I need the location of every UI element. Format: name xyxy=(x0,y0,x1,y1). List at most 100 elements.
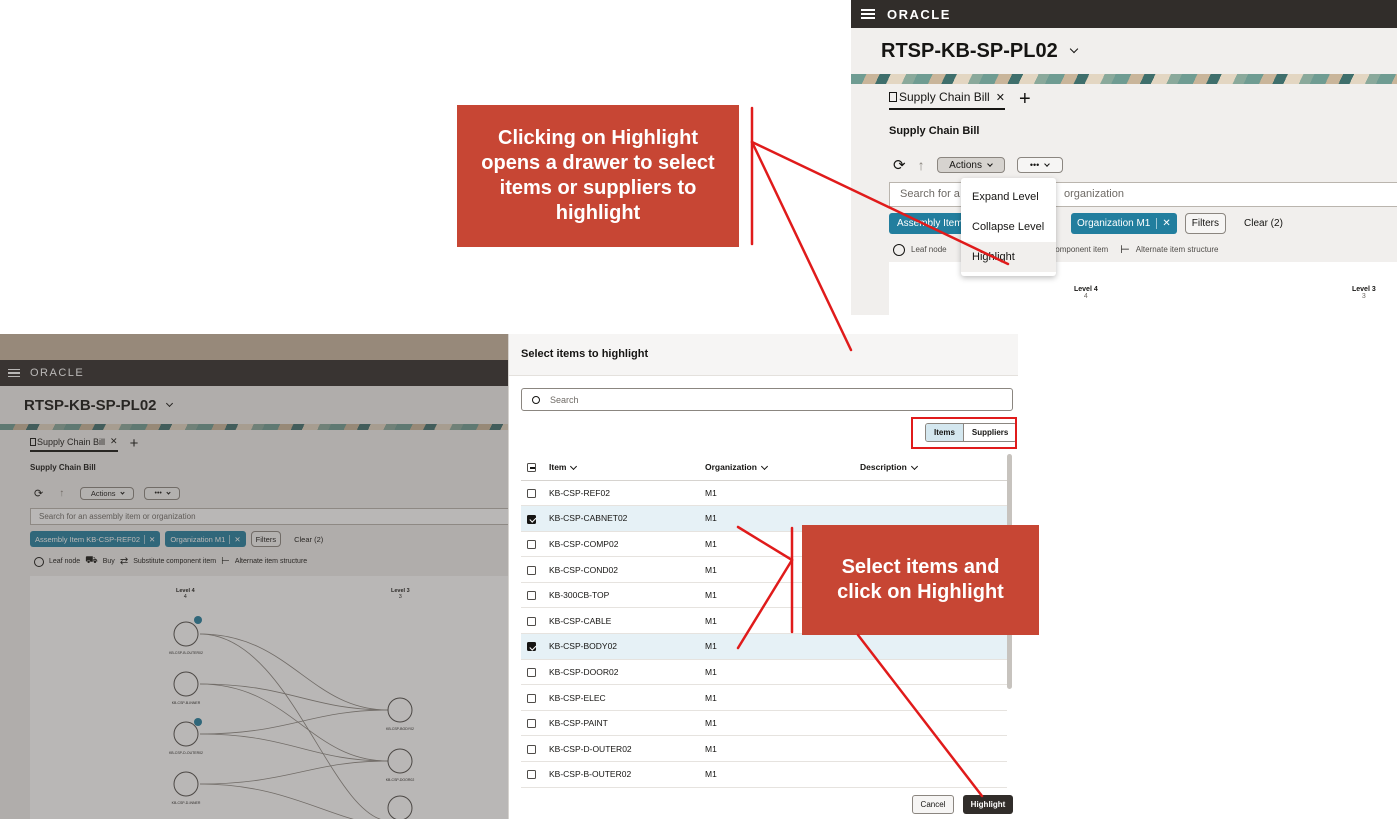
callout-top-text: Clicking on Highlight opens a drawer to … xyxy=(481,127,715,224)
row-checkbox[interactable] xyxy=(527,514,536,524)
column-item[interactable]: Item xyxy=(549,454,705,481)
filters-button[interactable]: Filters xyxy=(1184,213,1226,234)
menu-item-collapse-level[interactable]: Collapse Level xyxy=(961,212,1056,242)
item-cell: KB-CSP-CABNET02 xyxy=(549,505,705,532)
description-cell xyxy=(860,735,1007,763)
row-checkbox-cell xyxy=(521,531,549,558)
table-row[interactable]: KB-CSP-REF02 M1 xyxy=(521,480,1007,507)
description-cell xyxy=(860,633,1007,660)
refresh-icon[interactable]: ⟳ xyxy=(893,156,906,174)
page-title[interactable]: RTSP-KB-SP-PL02 xyxy=(881,40,1079,63)
chip-org-label: Organization M1 xyxy=(1077,218,1151,229)
row-checkbox[interactable] xyxy=(527,719,536,729)
chevron-down-icon[interactable] xyxy=(1070,44,1079,54)
description-cell xyxy=(860,659,1007,686)
sort-icon[interactable] xyxy=(760,462,768,470)
row-checkbox[interactable] xyxy=(527,565,536,575)
item-cell: KB-CSP-COND02 xyxy=(549,556,705,583)
organization-cell: M1 xyxy=(705,633,860,660)
more-button[interactable]: ••• xyxy=(1016,157,1063,173)
add-tab-icon[interactable]: + xyxy=(1019,89,1031,109)
row-checkbox[interactable] xyxy=(527,591,536,601)
menu-icon[interactable] xyxy=(861,9,875,19)
row-checkbox[interactable] xyxy=(527,488,536,498)
organization-cell: M1 xyxy=(705,710,860,737)
row-checkbox-cell xyxy=(521,582,549,609)
level-count: 4 xyxy=(1083,293,1088,300)
chevron-down-icon xyxy=(1044,160,1051,167)
highlight-button[interactable]: Highlight xyxy=(963,795,1013,814)
row-checkbox-cell xyxy=(521,684,549,711)
organization-cell: M1 xyxy=(705,659,860,686)
alternate-structure-icon: ⊢ xyxy=(1120,244,1130,256)
row-checkbox[interactable] xyxy=(527,540,536,550)
row-checkbox[interactable] xyxy=(527,642,536,652)
column-organization[interactable]: Organization xyxy=(705,454,860,481)
annotation-box xyxy=(911,417,1017,449)
table-row[interactable]: KB-CSP-ELEC M1 xyxy=(521,684,1007,711)
filter-chips: Assembly Item Organization M1 ✕ Filters … xyxy=(889,213,1283,234)
table-row[interactable]: KB-CSP-B-OUTER02 M1 xyxy=(521,761,1007,788)
leaf-node-icon xyxy=(893,243,905,256)
organization-cell: M1 xyxy=(705,480,860,507)
oracle-logo: ORACLE xyxy=(887,6,951,22)
item-cell: KB-CSP-D-OUTER02 xyxy=(549,735,705,763)
document-icon xyxy=(889,92,897,102)
description-cell xyxy=(860,710,1007,737)
search-placeholder-right: organization xyxy=(1064,188,1124,200)
up-arrow-icon[interactable]: ↑ xyxy=(918,157,925,173)
row-checkbox-cell xyxy=(521,710,549,737)
top-app-header: ORACLE xyxy=(851,0,1397,28)
organization-cell: M1 xyxy=(705,761,860,788)
table-row[interactable]: KB-CSP-PAINT M1 xyxy=(521,710,1007,737)
table-row[interactable]: KB-CSP-DOOR02 M1 xyxy=(521,659,1007,686)
organization-cell: M1 xyxy=(705,735,860,763)
callout-bottom-text: Select items and click on Highlight xyxy=(837,556,1004,603)
search-placeholder: Search xyxy=(550,394,579,405)
row-checkbox[interactable] xyxy=(527,744,536,754)
actions-button[interactable]: Actions xyxy=(936,157,1005,173)
actions-label: Actions xyxy=(949,159,982,171)
sort-icon[interactable] xyxy=(910,462,918,470)
close-icon[interactable]: ✕ xyxy=(1156,218,1171,229)
section-title: Supply Chain Bill xyxy=(889,125,980,137)
row-checkbox-cell xyxy=(521,659,549,686)
cancel-button[interactable]: Cancel xyxy=(912,795,954,814)
drawer-title: Select items to highlight xyxy=(521,348,649,360)
pointer-line xyxy=(750,140,853,352)
header-banner xyxy=(851,74,1397,84)
callout-top: Clicking on Highlight opens a drawer to … xyxy=(457,105,739,247)
row-checkbox[interactable] xyxy=(527,693,536,703)
menu-item-highlight[interactable]: Highlight xyxy=(961,242,1056,272)
close-icon[interactable]: ✕ xyxy=(996,91,1005,104)
table-row[interactable]: KB-CSP-BODY02 M1 xyxy=(521,633,1007,660)
modal-overlay[interactable] xyxy=(0,334,508,819)
row-checkbox-cell xyxy=(521,607,549,635)
more-label: ••• xyxy=(1029,160,1040,170)
sort-icon[interactable] xyxy=(570,462,578,470)
select-all-checkbox[interactable] xyxy=(527,462,536,472)
level-label: Level 4 xyxy=(1074,286,1098,293)
menu-item-expand-level[interactable]: Expand Level xyxy=(961,182,1056,212)
chip-organization[interactable]: Organization M1 ✕ xyxy=(1071,213,1177,234)
search-placeholder-left: Search for a xyxy=(900,188,960,200)
top-app-snippet: ORACLE RTSP-KB-SP-PL02 Supply Chain Bill… xyxy=(851,0,1397,315)
select-all-cell xyxy=(521,454,549,481)
row-checkbox-cell xyxy=(521,556,549,583)
row-checkbox[interactable] xyxy=(527,770,536,780)
row-checkbox[interactable] xyxy=(527,668,536,678)
item-cell: KB-CSP-ELEC xyxy=(549,684,705,711)
chevron-down-icon xyxy=(987,160,993,167)
drawer-search-input[interactable]: Search xyxy=(521,388,1013,411)
row-checkbox[interactable] xyxy=(527,616,536,626)
column-description[interactable]: Description xyxy=(860,454,1007,481)
column-label: Description xyxy=(860,461,907,472)
tab-supply-chain-bill[interactable]: Supply Chain Bill ✕ xyxy=(889,88,1005,110)
level-4-header: Level 4 4 xyxy=(1074,286,1098,300)
clear-filters-button[interactable]: Clear (2) xyxy=(1244,218,1283,229)
level-3-header: Level 3 3 xyxy=(1352,286,1376,300)
row-checkbox-cell xyxy=(521,480,549,507)
table-row[interactable]: KB-CSP-D-OUTER02 M1 xyxy=(521,735,1007,763)
tab-bar: Supply Chain Bill ✕ + xyxy=(889,88,1031,110)
description-cell xyxy=(860,761,1007,788)
